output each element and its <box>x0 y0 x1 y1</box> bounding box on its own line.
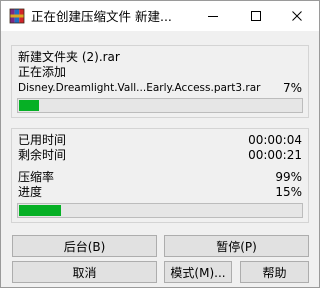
close-icon <box>292 11 302 21</box>
current-file-name: Disney.Dreamlight.Vall...Early.Access.pa… <box>18 82 261 94</box>
progress-value: 15% <box>275 185 302 199</box>
file-progress-bar <box>17 98 303 113</box>
elapsed-value: 00:00:04 <box>248 133 302 147</box>
winrar-icon <box>9 8 25 24</box>
window-title: 正在创建压缩文件 新建... <box>31 9 172 24</box>
title-bar[interactable]: 正在创建压缩文件 新建... <box>1 1 319 31</box>
archive-name: 新建文件夹 (2).rar <box>18 50 120 64</box>
background-button[interactable]: 后台(B) <box>12 235 157 257</box>
action-status: 正在添加 <box>18 65 67 79</box>
file-progress-fill <box>19 100 39 111</box>
stats-group: 已用时间 00:00:04 剩余时间 00:00:21 压缩率 99% 进度 1… <box>11 128 309 223</box>
close-button[interactable] <box>275 1 319 31</box>
remaining-label: 剩余时间 <box>18 148 67 162</box>
maximize-button[interactable] <box>234 1 278 31</box>
progress-label: 进度 <box>18 185 43 199</box>
total-progress-bar <box>17 203 303 218</box>
ratio-value: 99% <box>275 170 302 184</box>
file-percent: 7% <box>282 81 302 95</box>
current-file-group: 新建文件夹 (2).rar 正在添加 Disney.Dreamlight.Val… <box>11 45 309 118</box>
minimize-button[interactable] <box>191 1 235 31</box>
mode-button[interactable]: 模式(M)... <box>164 261 232 283</box>
pause-button[interactable]: 暂停(P) <box>164 235 309 257</box>
ratio-label: 压缩率 <box>18 170 55 184</box>
maximize-icon <box>251 11 261 21</box>
minimize-icon <box>208 16 218 17</box>
total-progress-fill <box>19 205 61 216</box>
elapsed-label: 已用时间 <box>18 133 67 147</box>
help-button[interactable]: 帮助 <box>240 261 309 283</box>
cancel-button[interactable]: 取消 <box>12 261 157 283</box>
remaining-value: 00:00:21 <box>248 148 302 162</box>
archiving-dialog: 正在创建压缩文件 新建... 新建文件夹 (2).rar 正在添加 Disney… <box>0 0 320 288</box>
